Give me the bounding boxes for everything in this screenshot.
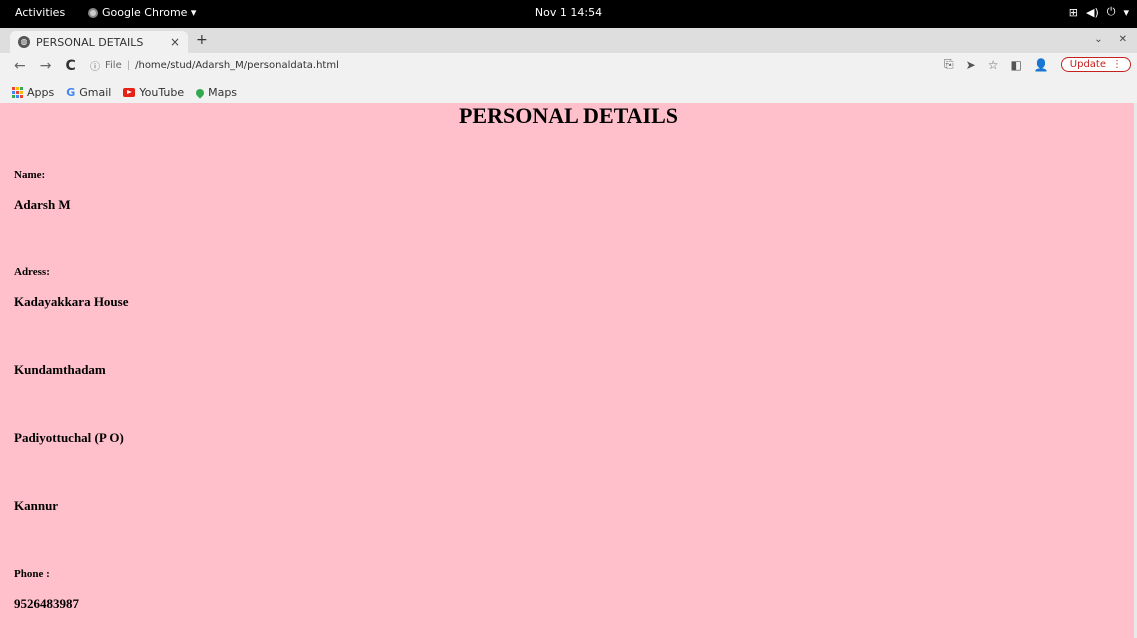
back-icon[interactable]: ← bbox=[14, 58, 26, 74]
bookmark-star-icon[interactable]: ☆ bbox=[988, 58, 999, 72]
address-label: Adress: bbox=[14, 266, 50, 278]
name-value: Adarsh M bbox=[14, 197, 71, 212]
tab-search-icon[interactable]: ⌄ bbox=[1094, 34, 1102, 45]
address-line: Kundamthadam bbox=[14, 362, 106, 377]
activities-button[interactable]: Activities bbox=[15, 6, 65, 19]
name-label: Name: bbox=[14, 169, 46, 181]
system-top-bar: Activities Google Chrome ▾ Nov 1 14:54 ⊞… bbox=[0, 0, 1137, 28]
chrome-icon bbox=[88, 7, 98, 18]
clock[interactable]: Nov 1 14:54 bbox=[535, 6, 602, 19]
network-icon: ⊞ bbox=[1068, 5, 1078, 19]
bookmark-apps-label: Apps bbox=[27, 86, 55, 99]
new-tab-button[interactable]: + bbox=[196, 32, 208, 48]
maps-pin-icon bbox=[194, 86, 206, 99]
page-title: PERSONAL DETAILS bbox=[458, 103, 679, 128]
tab-close-button[interactable]: × bbox=[170, 35, 180, 49]
power-icon: ⏻ bbox=[1106, 5, 1116, 18]
kebab-menu-icon: ⋮ bbox=[1112, 59, 1122, 70]
phone-label: Phone : bbox=[14, 568, 50, 580]
system-tray[interactable]: ⊞ ◀) ⏻ ▾ bbox=[1069, 5, 1129, 19]
reload-icon[interactable]: C bbox=[65, 58, 75, 74]
address-line: Kannur bbox=[14, 498, 59, 513]
app-menu-label: Google Chrome ▾ bbox=[102, 6, 197, 19]
update-button[interactable]: Update ⋮ bbox=[1060, 57, 1131, 72]
bookmark-youtube-label: YouTube bbox=[139, 86, 185, 99]
page-viewport: PERSONAL DETAILS Name: Adarsh M Adress: … bbox=[0, 103, 1137, 638]
youtube-icon bbox=[123, 88, 136, 97]
update-label: Update bbox=[1069, 59, 1106, 70]
address-line: Kadayakkara House bbox=[14, 294, 129, 309]
volume-icon: ◀) bbox=[1086, 5, 1099, 19]
chevron-down-icon: ▾ bbox=[1123, 5, 1129, 19]
browser-toolbar: ← → C ⓘ File | /home/stud/Adarsh_M/perso… bbox=[0, 53, 1137, 82]
window-close-icon[interactable]: ✕ bbox=[1119, 34, 1127, 45]
url-scheme: File bbox=[105, 60, 122, 71]
globe-icon: ◍ bbox=[18, 36, 30, 48]
side-panel-icon[interactable]: ◧ bbox=[1010, 58, 1021, 72]
apps-grid-icon bbox=[12, 87, 23, 98]
profile-icon[interactable]: 👤 bbox=[1034, 58, 1049, 72]
phone-value: 9526483987 bbox=[14, 596, 79, 611]
address-bar[interactable]: ⓘ File | /home/stud/Adarsh_M/personaldat… bbox=[90, 58, 339, 73]
share-icon[interactable]: ➤ bbox=[966, 58, 976, 72]
tab-strip: ◍ PERSONAL DETAILS × + ⌄ ✕ bbox=[0, 28, 1137, 53]
bookmark-maps-label: Maps bbox=[208, 86, 238, 99]
app-menu[interactable]: Google Chrome ▾ bbox=[88, 6, 196, 19]
bookmark-gmail[interactable]: G Gmail bbox=[66, 86, 111, 99]
tab-title: PERSONAL DETAILS bbox=[36, 35, 144, 49]
url-separator: | bbox=[126, 60, 131, 71]
bookmark-gmail-label: Gmail bbox=[79, 86, 112, 99]
address-line: Padiyottuchal (P O) bbox=[14, 430, 124, 445]
bookmark-youtube[interactable]: YouTube bbox=[123, 86, 184, 99]
bookmark-maps[interactable]: Maps bbox=[194, 86, 238, 99]
bookmarks-bar: Apps G Gmail YouTube Maps bbox=[0, 82, 1137, 103]
url-text[interactable]: /home/stud/Adarsh_M/personaldata.html bbox=[135, 60, 339, 71]
forward-icon[interactable]: → bbox=[40, 58, 52, 74]
translate-icon[interactable]: ⎘ bbox=[944, 57, 954, 72]
bookmark-apps[interactable]: Apps bbox=[12, 86, 54, 99]
google-icon: G bbox=[66, 86, 76, 99]
tab-personal-details[interactable]: ◍ PERSONAL DETAILS × bbox=[10, 31, 188, 53]
info-icon[interactable]: ⓘ bbox=[90, 58, 100, 73]
